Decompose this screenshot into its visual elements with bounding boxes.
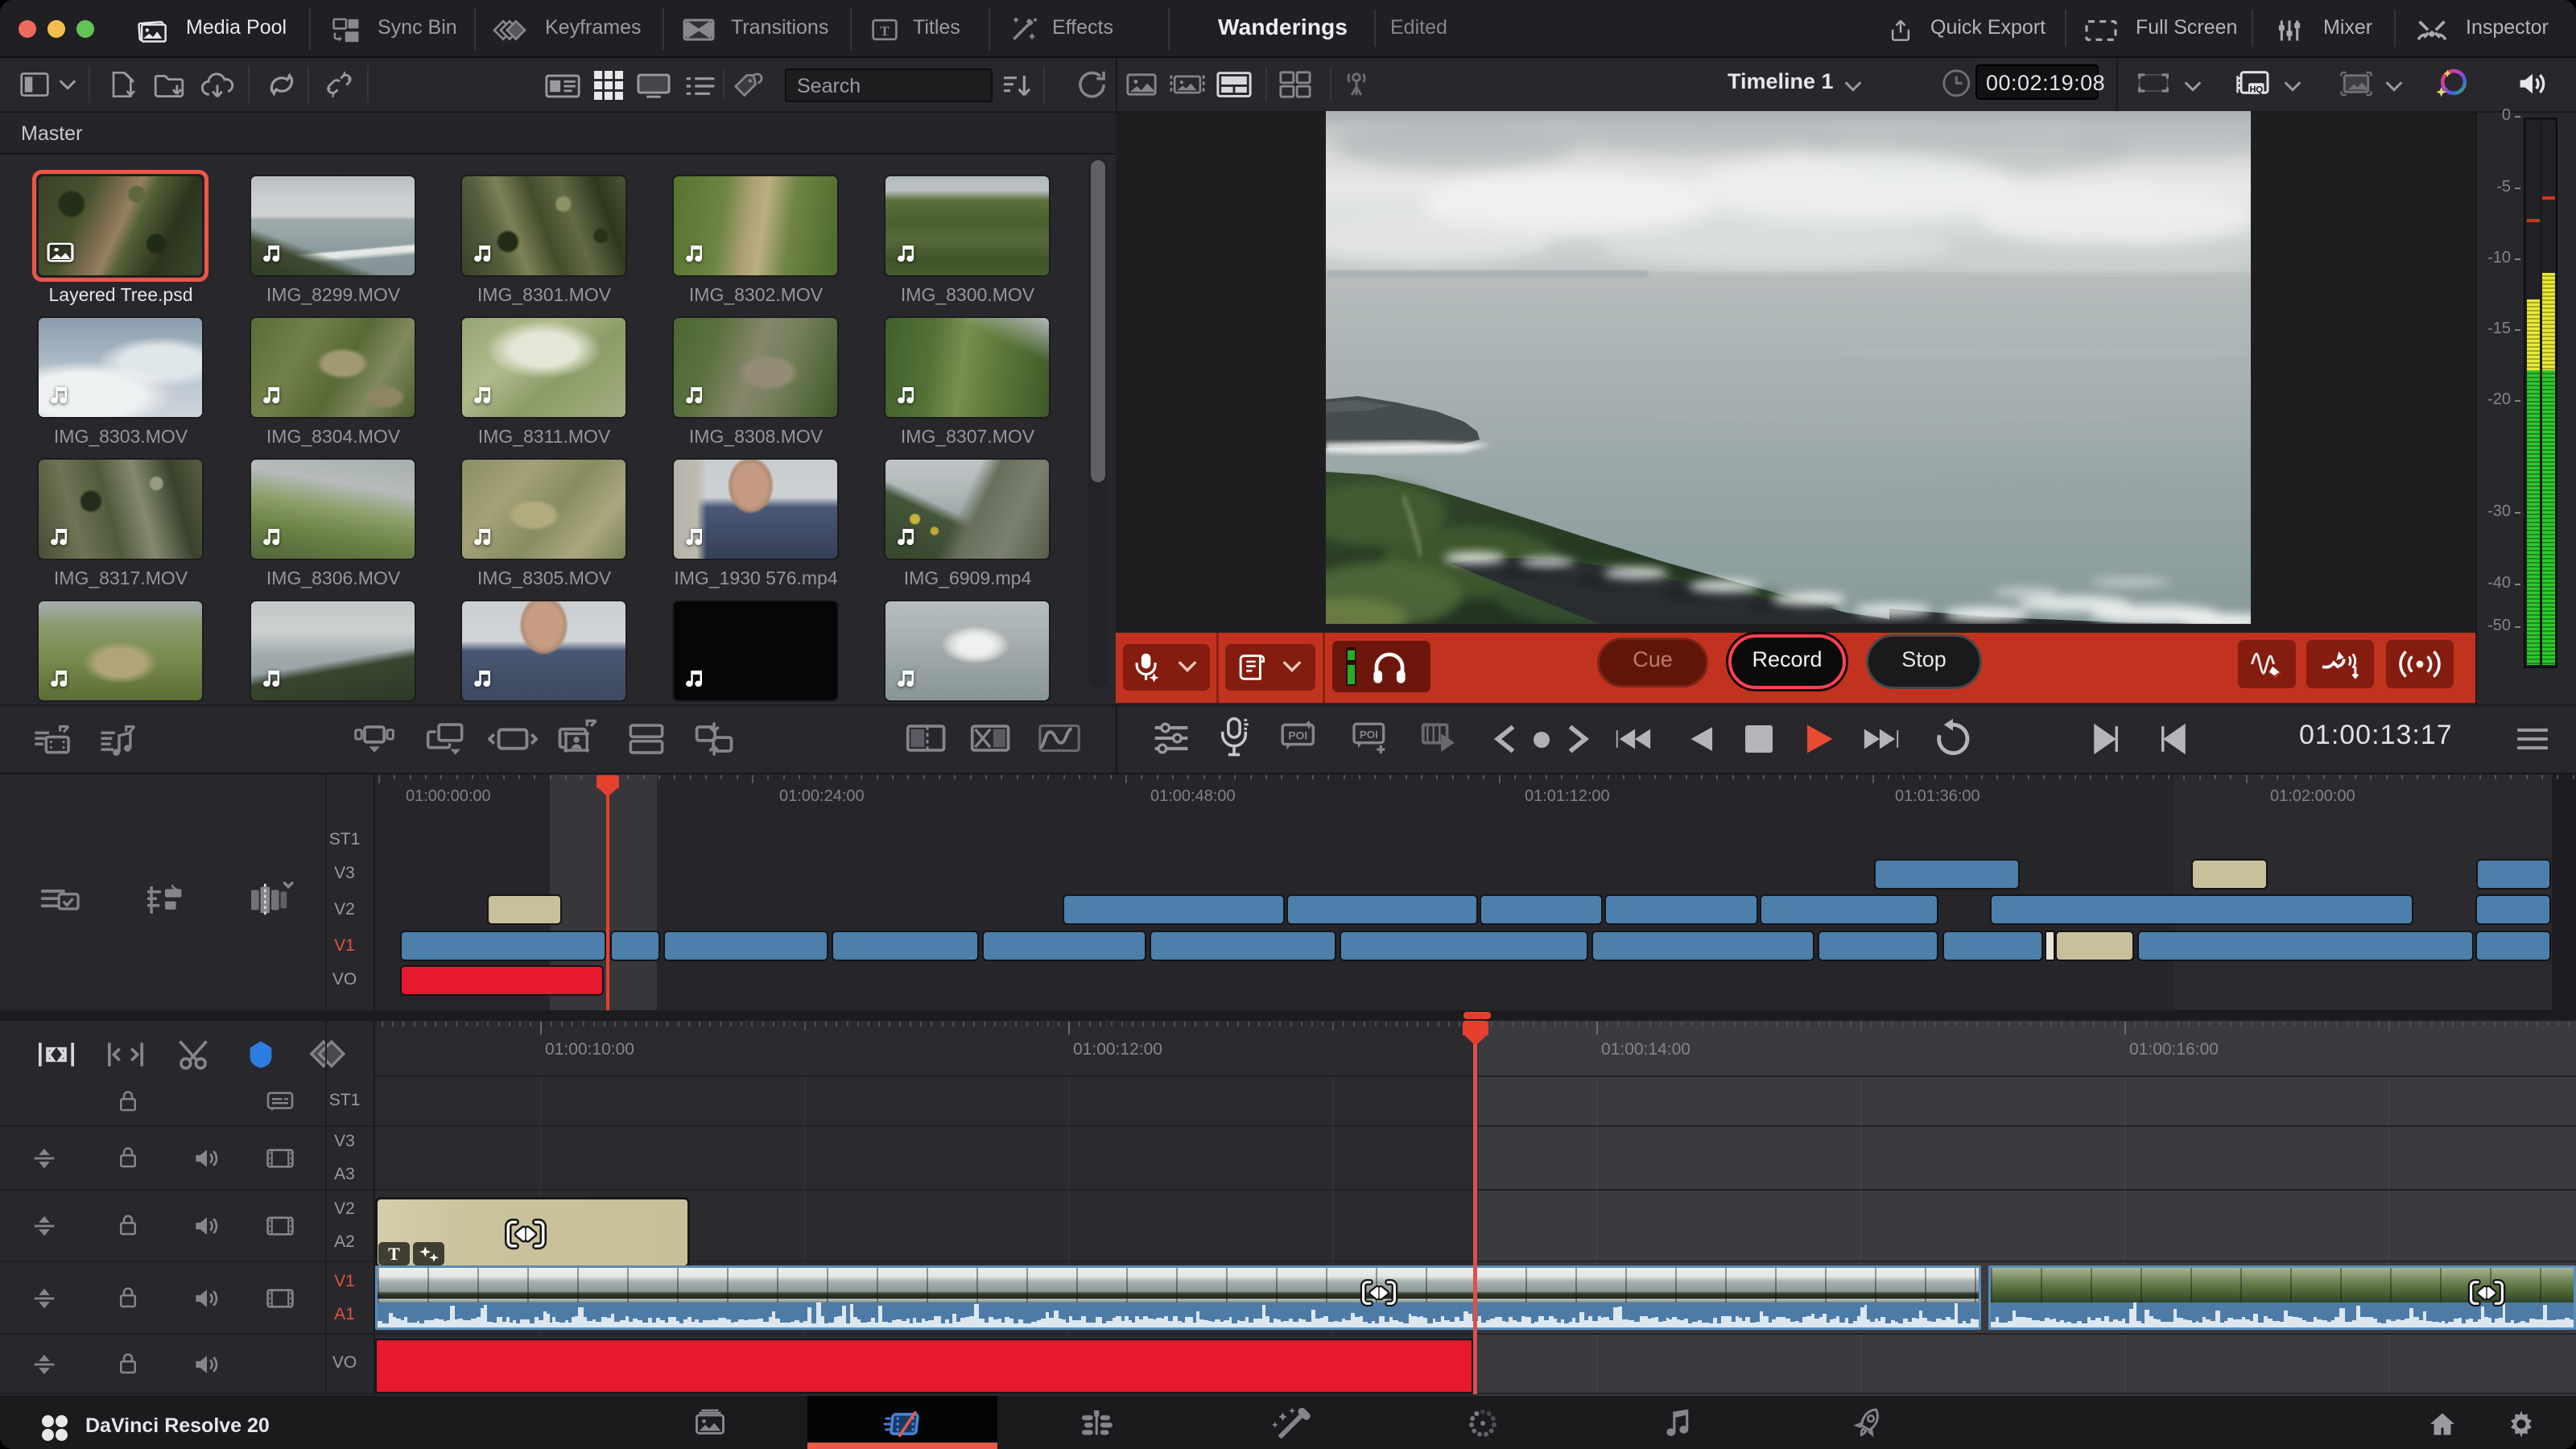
svg-text:HQ: HQ [2249, 85, 2263, 95]
svg-text:POI: POI [1288, 729, 1307, 742]
svg-text:POI: POI [1360, 729, 1378, 741]
svg-text:T: T [880, 23, 890, 39]
